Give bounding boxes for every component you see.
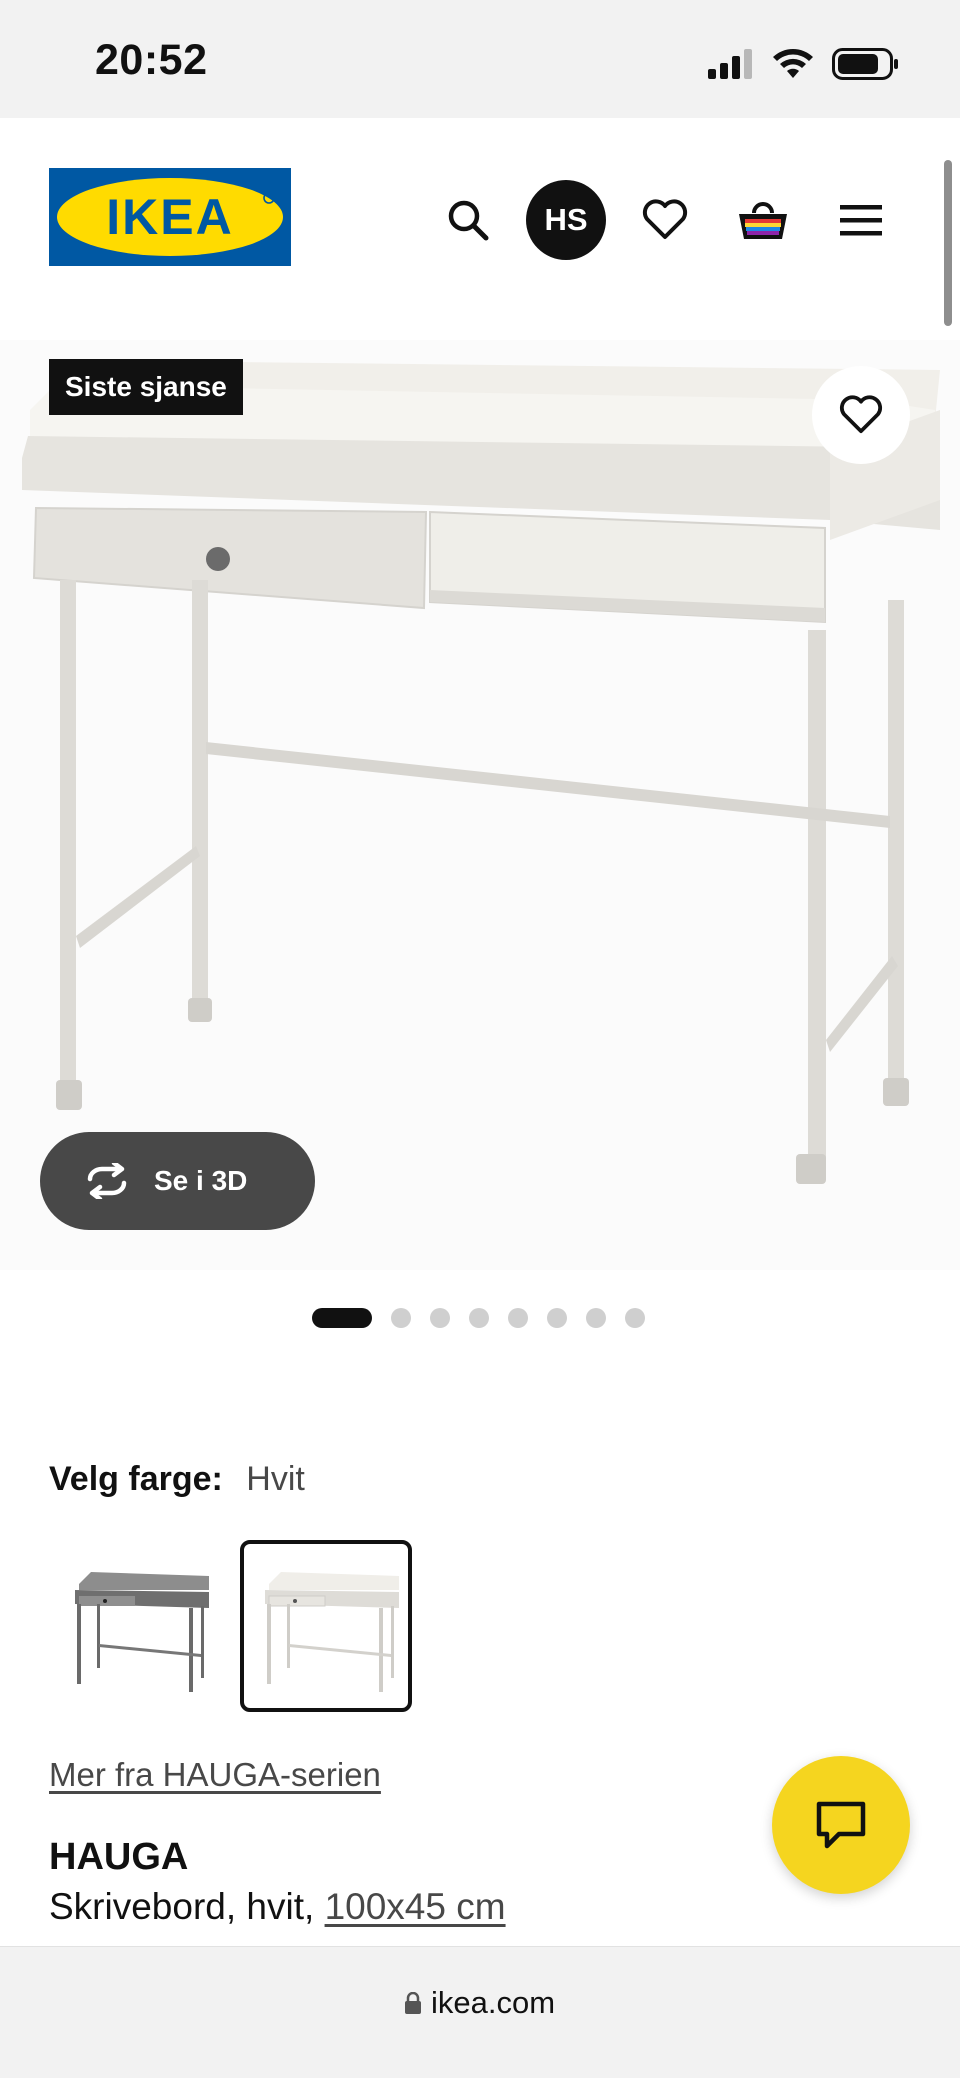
product-description-text: Skrivebord, hvit, <box>49 1886 315 1927</box>
carousel-dot[interactable] <box>508 1308 528 1328</box>
carousel-dot[interactable] <box>586 1308 606 1328</box>
wifi-icon <box>773 49 813 78</box>
color-label: Velg farge: <box>49 1460 223 1498</box>
series-link[interactable]: Mer fra HAUGA-serien <box>49 1756 381 1794</box>
product-description: Skrivebord, hvit, 100x45 cm <box>49 1886 506 1928</box>
ikea-logo[interactable]: IKEA <box>49 168 291 266</box>
battery-icon <box>832 48 898 80</box>
gray-desk-thumbnail <box>75 1572 209 1692</box>
url-display[interactable]: ikea.com <box>0 1985 960 2021</box>
white-desk-thumbnail <box>265 1572 399 1692</box>
scrollbar[interactable] <box>944 160 952 326</box>
chat-icon <box>816 1801 866 1849</box>
basket-button[interactable] <box>723 180 803 260</box>
menu-button[interactable] <box>821 180 901 260</box>
status-bar: 20:52 <box>0 0 960 118</box>
signal-icon <box>708 49 752 79</box>
product-name: HAUGA <box>49 1836 189 1878</box>
product-dimensions-link[interactable]: 100x45 cm <box>325 1886 506 1927</box>
status-icons <box>708 44 898 84</box>
color-option-white[interactable] <box>240 1540 412 1712</box>
last-chance-badge: Siste sjanse <box>49 359 243 415</box>
image-carousel-dots <box>312 1308 645 1328</box>
search-icon <box>448 200 489 241</box>
menu-icon <box>840 205 882 236</box>
heart-icon <box>840 395 882 434</box>
product-image[interactable] <box>0 340 960 1270</box>
heart-icon <box>642 199 688 239</box>
basket-icon <box>739 202 787 239</box>
view-3d-button[interactable]: Se i 3D <box>40 1132 315 1230</box>
carousel-dot[interactable] <box>469 1308 489 1328</box>
color-option-gray[interactable] <box>50 1540 222 1712</box>
account-avatar[interactable]: HS <box>526 180 606 260</box>
carousel-dot[interactable] <box>391 1308 411 1328</box>
status-time: 20:52 <box>95 36 208 84</box>
carousel-dot[interactable] <box>625 1308 645 1328</box>
svg-text:IKEA: IKEA <box>106 189 233 245</box>
url-text: ikea.com <box>430 1985 556 2020</box>
color-selector-heading: Velg farge: Hvit <box>49 1460 305 1499</box>
carousel-dot[interactable] <box>312 1308 372 1328</box>
chat-button[interactable] <box>772 1756 910 1894</box>
site-header: IKEA HS <box>0 118 960 318</box>
image-favourite-button[interactable] <box>812 366 910 464</box>
desk-illustration <box>22 360 940 1184</box>
browser-url-bar[interactable]: ikea.com <box>0 1946 960 2078</box>
lock-icon <box>404 1992 421 2014</box>
carousel-dot[interactable] <box>430 1308 450 1328</box>
carousel-dot[interactable] <box>547 1308 567 1328</box>
favourites-button[interactable] <box>625 180 705 260</box>
view-3d-label: Se i 3D <box>154 1165 248 1196</box>
rotate-3d-icon <box>87 1163 127 1199</box>
search-button[interactable] <box>428 180 508 260</box>
color-value: Hvit <box>246 1460 305 1498</box>
